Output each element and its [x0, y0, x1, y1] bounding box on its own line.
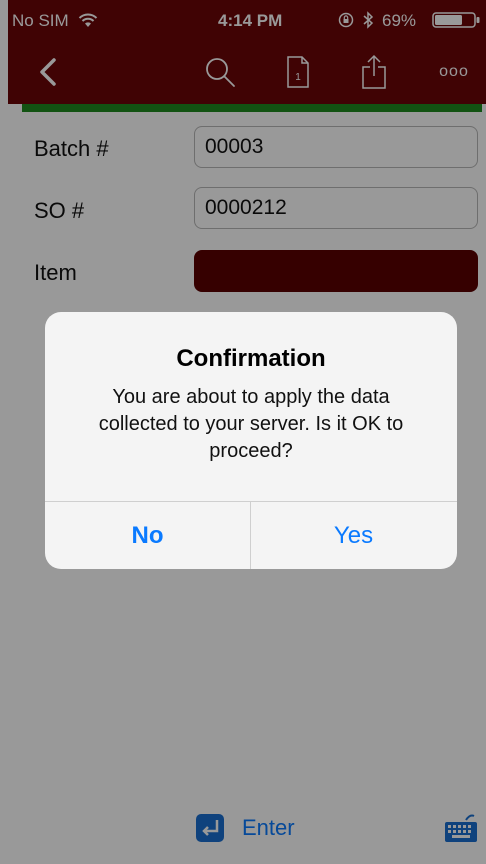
- no-button[interactable]: No: [45, 502, 250, 569]
- dialog-title: Confirmation: [176, 345, 326, 372]
- yes-button[interactable]: Yes: [251, 502, 456, 569]
- confirmation-dialog: Confirmation You are about to apply the …: [45, 312, 457, 569]
- dialog-message: You are about to apply the data collecte…: [98, 386, 404, 462]
